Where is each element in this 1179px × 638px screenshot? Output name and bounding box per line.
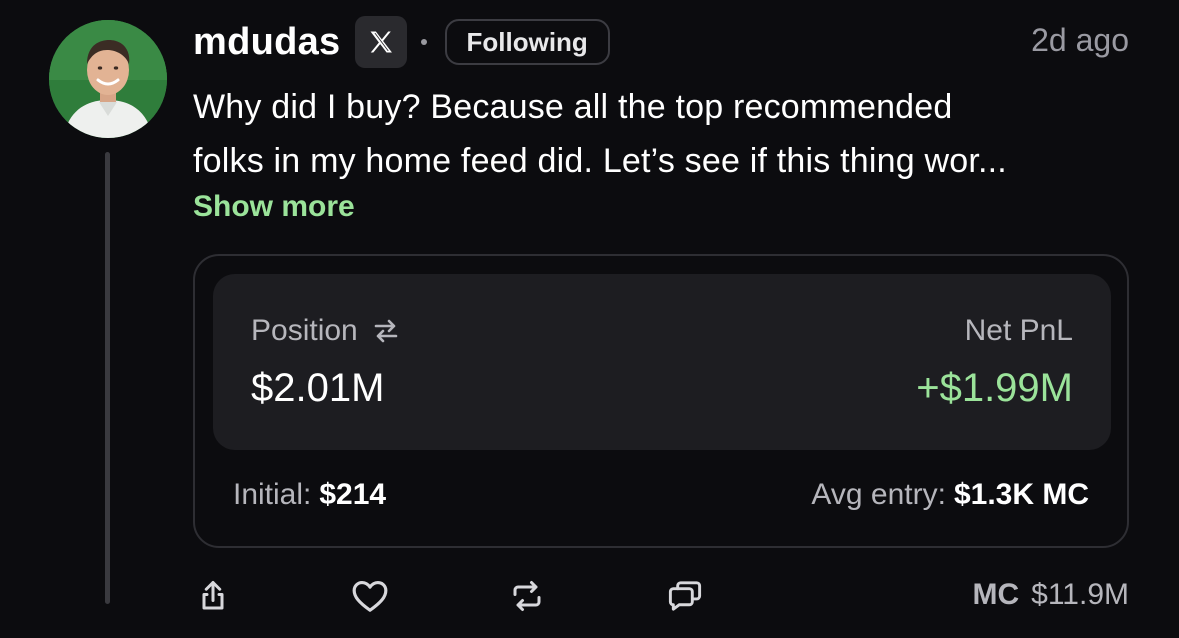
username[interactable]: mdudas [193, 21, 341, 64]
net-pnl-label: Net PnL [964, 314, 1073, 347]
show-more-link[interactable]: Show more [193, 190, 355, 224]
market-cap-label: MC [972, 578, 1020, 611]
position-summary: Position $2.01M Net PnL +$1.99M [213, 274, 1111, 450]
market-cap: MC $11.9M [973, 578, 1130, 612]
post-header: mdudas Following [193, 14, 610, 70]
thread-line [105, 152, 110, 604]
position-label: Position [251, 314, 358, 347]
position-label-row: Position [251, 314, 400, 348]
post-text: Why did I buy? Because all the top recom… [193, 80, 1143, 188]
post-text-line: folks in my home feed did. Let’s see if … [193, 142, 1007, 180]
initial-value: $214 [319, 478, 387, 511]
comment-icon[interactable] [665, 576, 705, 616]
following-button[interactable]: Following [444, 19, 610, 65]
avg-entry-label: Avg entry: [811, 478, 946, 511]
x-logo-icon[interactable] [354, 16, 407, 68]
repost-icon[interactable] [507, 576, 547, 616]
heart-icon[interactable] [350, 576, 390, 616]
net-pnl-value: +$1.99M [916, 366, 1073, 410]
avatar[interactable] [49, 20, 167, 138]
initial-label: Initial: [233, 478, 312, 511]
avg-entry-value: $1.3K MC [953, 478, 1089, 511]
swap-arrows-icon[interactable] [372, 318, 400, 344]
share-icon[interactable] [193, 576, 233, 616]
post-timestamp: 2d ago [1031, 22, 1129, 58]
position-card[interactable]: Position $2.01M Net PnL +$1.99M Initial:… [193, 254, 1129, 548]
market-cap-value: $11.9M [1031, 578, 1129, 611]
feed-post: mdudas Following 2d ago Why did I buy? B… [0, 0, 1179, 638]
post-actions: MC $11.9M [193, 574, 1129, 620]
separator-dot [420, 39, 427, 45]
avg-entry-row: Avg entry: $1.3K MC [811, 478, 1089, 512]
post-text-line: Why did I buy? Because all the top recom… [193, 88, 953, 126]
initial-row: Initial: $214 [233, 478, 386, 512]
position-value: $2.01M [251, 366, 385, 410]
